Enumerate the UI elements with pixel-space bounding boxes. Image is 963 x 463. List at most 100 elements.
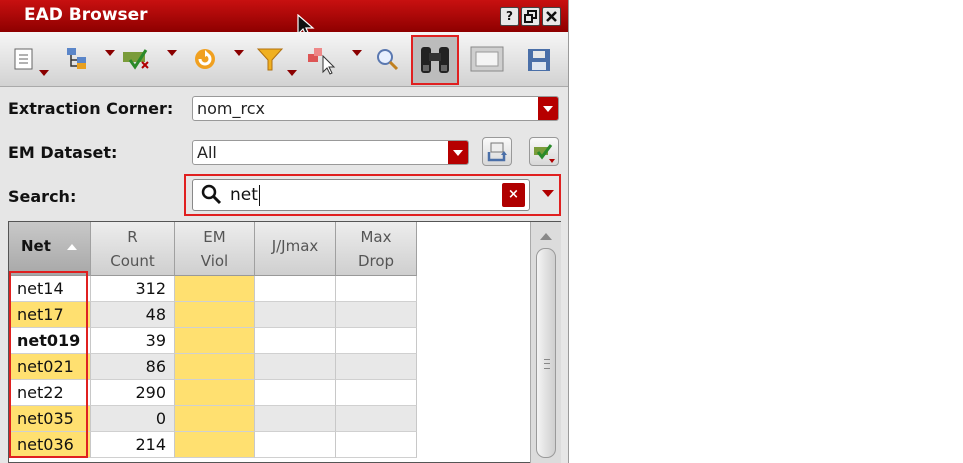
em-dataset-value: All (197, 143, 217, 162)
max-drop-cell (336, 432, 417, 458)
scroll-up-icon[interactable] (540, 233, 552, 240)
vertical-scrollbar[interactable] (530, 222, 561, 463)
max-drop-cell (336, 276, 417, 302)
j-jmax-cell (255, 432, 336, 458)
refresh-icon (195, 49, 215, 69)
net-table: Net R Count EM Viol J/Jmax Max Drop net1… (8, 221, 561, 463)
close-icon (546, 11, 557, 22)
save-icon (528, 49, 550, 71)
r-count-cell: 312 (91, 276, 175, 302)
header-text: Count (110, 252, 155, 270)
properties-dropdown-arrow[interactable] (39, 70, 49, 76)
select-dropdown-arrow[interactable] (167, 50, 177, 56)
probe-dropdown-arrow[interactable] (352, 50, 362, 56)
reload-dataset-button[interactable] (482, 137, 512, 166)
probe-button[interactable] (305, 44, 336, 75)
save-button[interactable] (524, 45, 554, 75)
header-text: Viol (200, 252, 229, 270)
max-drop-cell (336, 328, 417, 354)
em-dataset-label: EM Dataset: (8, 143, 118, 162)
grip-icon (544, 359, 550, 369)
hierarchy-icon (67, 48, 86, 69)
scrollbar-thumb[interactable] (536, 248, 556, 458)
zoom-icon (377, 49, 399, 71)
column-header-j-jmax[interactable]: J/Jmax (255, 222, 336, 276)
em-dataset-select[interactable]: All (192, 140, 469, 165)
restore-button[interactable] (521, 7, 540, 26)
r-count-cell: 0 (91, 406, 175, 432)
em-viol-cell (175, 328, 255, 354)
find-button[interactable] (411, 35, 459, 85)
help-button[interactable]: ? (500, 7, 519, 26)
layout-button[interactable] (469, 44, 504, 74)
header-text: EM (203, 228, 226, 246)
max-drop-cell (336, 302, 417, 328)
max-drop-cell (336, 380, 417, 406)
extraction-corner-select[interactable]: nom_rcx (192, 96, 559, 121)
search-options-dropdown-arrow[interactable] (542, 190, 554, 197)
header-text: R (127, 228, 138, 246)
r-count-cell: 290 (91, 380, 175, 406)
select-icon (123, 49, 149, 70)
reload-icon (487, 142, 507, 162)
j-jmax-cell (255, 276, 336, 302)
column-header-em-viol[interactable]: EM Viol (175, 222, 255, 276)
filter-dropdown-arrow[interactable] (287, 70, 297, 76)
hierarchy-button[interactable] (63, 44, 93, 74)
refresh-dropdown-arrow[interactable] (234, 50, 244, 56)
r-count-cell: 48 (91, 302, 175, 328)
max-drop-cell (336, 406, 417, 432)
em-viol-cell (175, 302, 255, 328)
em-viol-cell (175, 406, 255, 432)
j-jmax-cell (255, 328, 336, 354)
r-count-cell: 39 (91, 328, 175, 354)
apply-dataset-button[interactable] (529, 137, 559, 166)
extraction-corner-label: Extraction Corner: (8, 99, 174, 118)
filter-button[interactable] (255, 44, 285, 74)
layout-icon (470, 46, 504, 72)
select-button[interactable] (120, 44, 150, 74)
close-button[interactable] (542, 7, 561, 26)
text-caret (259, 185, 260, 206)
column-header-r-count[interactable]: R Count (91, 222, 175, 276)
extraction-corner-value: nom_rcx (197, 99, 266, 118)
max-drop-cell (336, 354, 417, 380)
net-column-highlight-box (9, 271, 88, 458)
zoom-button[interactable] (372, 44, 402, 74)
em-viol-cell (175, 276, 255, 302)
window-title: EAD Browser (24, 5, 148, 25)
search-input[interactable]: net × (192, 179, 530, 211)
header-text: J/Jmax (271, 237, 319, 255)
probe-icon (308, 48, 336, 75)
column-header-max-drop[interactable]: Max Drop (336, 222, 417, 276)
ead-browser-window: EAD Browser ? Extraction Corner: nom_rcx… (0, 0, 569, 463)
binoculars-icon (421, 47, 449, 73)
r-count-cell: 214 (91, 432, 175, 458)
search-label: Search: (8, 187, 77, 206)
em-viol-cell (175, 432, 255, 458)
search-value: net (230, 185, 258, 205)
column-header-net[interactable]: Net (9, 222, 91, 276)
j-jmax-cell (255, 354, 336, 380)
header-text: Drop (357, 252, 395, 270)
em-viol-cell (175, 380, 255, 406)
clear-search-button[interactable]: × (502, 183, 525, 207)
column-header-net-label: Net (21, 237, 51, 255)
header-text: Max (360, 228, 392, 246)
title-bar[interactable]: EAD Browser ? (0, 0, 568, 32)
j-jmax-cell (255, 380, 336, 406)
r-count-cell: 86 (91, 354, 175, 380)
restore-icon (524, 10, 537, 23)
j-jmax-cell (255, 302, 336, 328)
chevron-down-icon[interactable] (538, 97, 558, 120)
filter-icon (256, 48, 284, 71)
search-icon (201, 184, 222, 205)
chevron-down-icon[interactable] (448, 141, 468, 164)
properties-button[interactable] (10, 44, 40, 74)
apply-icon (534, 144, 555, 163)
sort-ascending-icon (67, 244, 77, 250)
em-viol-cell (175, 354, 255, 380)
j-jmax-cell (255, 406, 336, 432)
hierarchy-dropdown-arrow[interactable] (105, 50, 115, 56)
refresh-button[interactable] (190, 44, 220, 74)
